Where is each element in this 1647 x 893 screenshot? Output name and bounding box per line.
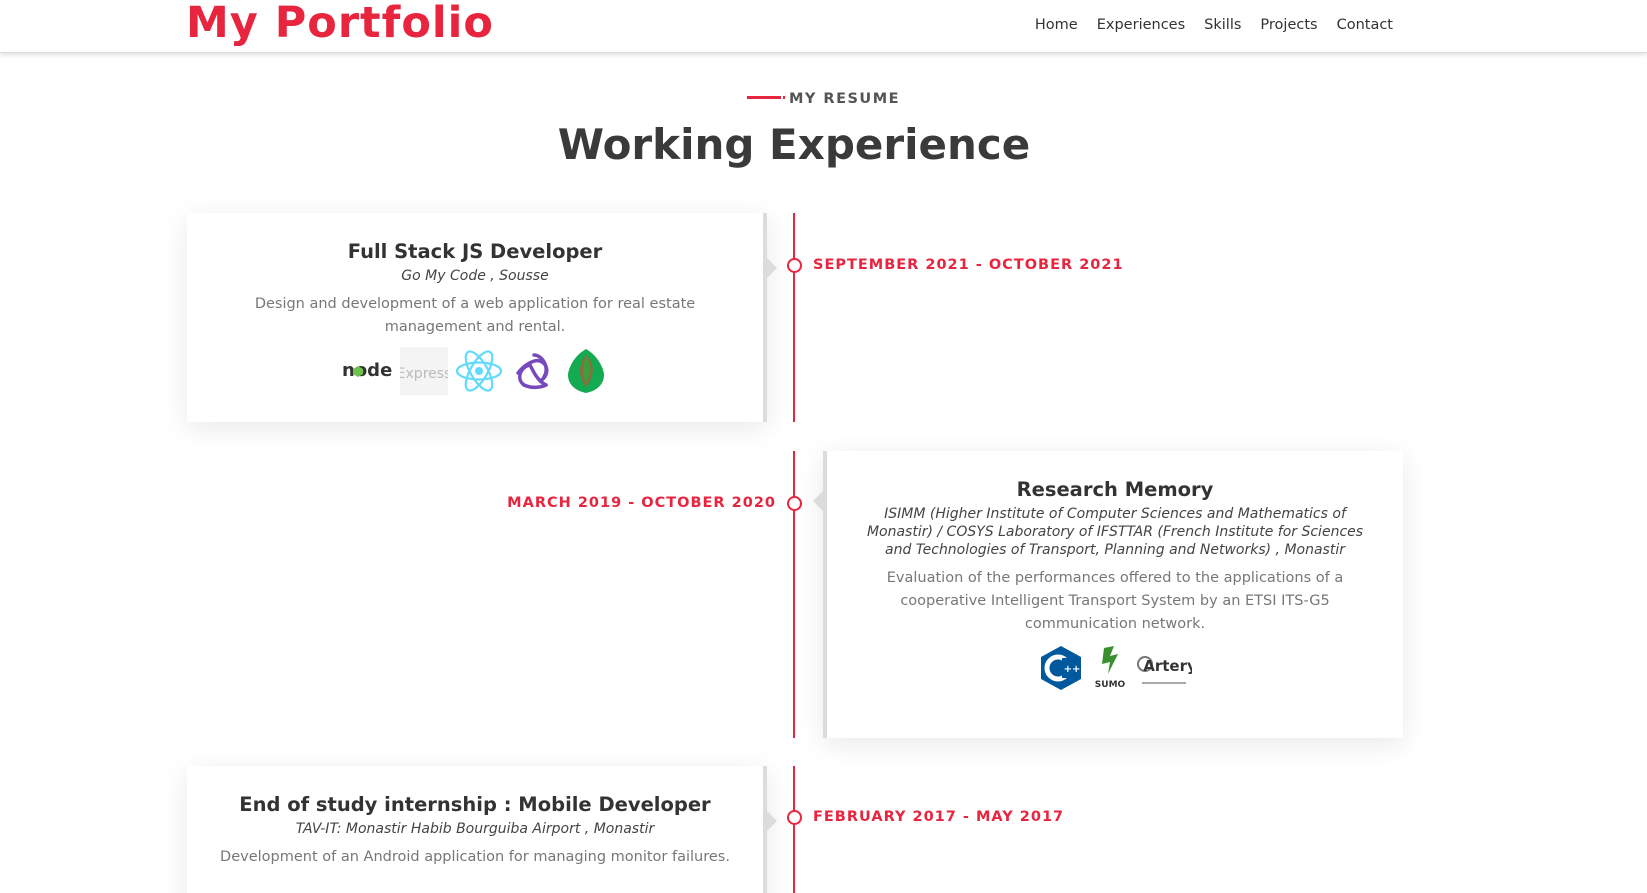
timeline-dot	[787, 496, 802, 511]
sumo-logo-text: SUMO	[1095, 680, 1126, 690]
cpp-logo: ++	[1038, 644, 1084, 692]
card-pointer	[813, 491, 823, 511]
nodejs-logo: node	[342, 359, 394, 383]
nav-link-experiences[interactable]: Experiences	[1097, 16, 1185, 34]
company-name: TAV-IT: Monastir Habib Bourguiba Airport…	[295, 821, 655, 837]
sumo-logo: SUMO	[1090, 644, 1130, 692]
experience-card: Research Memory ISIMM (Higher Institute …	[813, 451, 1403, 738]
svg-text:++: ++	[1064, 664, 1081, 675]
experience-date: FEBRUARY 2017 - MAY 2017	[813, 809, 1065, 825]
card-pointer	[767, 811, 777, 831]
main-nav: Home Experiences Skills Projects Contact	[1035, 16, 1393, 34]
nav-link-contact[interactable]: Contact	[1337, 16, 1393, 34]
experience-card: Full Stack JS Developer Go My Code , Sou…	[187, 213, 777, 422]
experience-card: End of study internship : Mobile Develop…	[187, 766, 777, 893]
company-name: Go My Code , Sousse	[401, 268, 549, 284]
timeline-dot	[787, 810, 802, 825]
redux-logo	[510, 347, 558, 395]
experience-date: SEPTEMBER 2021 - OCTOBER 2021	[813, 257, 1124, 273]
job-title: Full Stack JS Developer	[347, 240, 603, 263]
react-logo	[454, 347, 504, 395]
timeline-line	[793, 451, 795, 738]
job-description: Design and development of a web applicat…	[254, 296, 696, 335]
section-title: Working Experience	[557, 120, 1031, 169]
artery-logo: Artery	[1136, 644, 1192, 692]
tech-stack: node Express	[213, 347, 737, 395]
nav-link-projects[interactable]: Projects	[1260, 16, 1317, 34]
timeline-dot	[787, 258, 802, 273]
timeline-line	[793, 766, 795, 893]
mongodb-logo	[564, 347, 608, 395]
company-name: ISIMM (Higher Institute of Computer Scie…	[866, 506, 1364, 558]
top-navbar: My Portfolio Home Experiences Skills Pro…	[0, 0, 1647, 53]
section-eyebrow: MY RESUME	[0, 91, 1647, 107]
job-title: End of study internship : Mobile Develop…	[239, 793, 711, 816]
timeline-line	[793, 213, 795, 422]
tech-stack: ++ SUMO Artery	[853, 644, 1377, 692]
job-title: Research Memory	[1016, 478, 1214, 501]
card-pointer	[767, 258, 777, 278]
brand-logo[interactable]: My Portfolio	[186, 0, 494, 48]
nav-link-home[interactable]: Home	[1035, 16, 1078, 34]
eyebrow-label: MY RESUME	[788, 91, 901, 107]
artery-logo-text: Artery	[1143, 657, 1192, 675]
nodejs-logo-text: node	[342, 360, 392, 381]
experience-date: MARCH 2019 - OCTOBER 2020	[507, 495, 776, 511]
job-description: Development of an Android application fo…	[220, 849, 730, 865]
express-logo: Express	[400, 347, 448, 395]
job-description: Evaluation of the performances offered t…	[886, 570, 1344, 632]
nav-link-skills[interactable]: Skills	[1204, 16, 1241, 34]
express-logo-text: Express	[400, 366, 448, 382]
eyebrow-dash	[746, 95, 785, 99]
